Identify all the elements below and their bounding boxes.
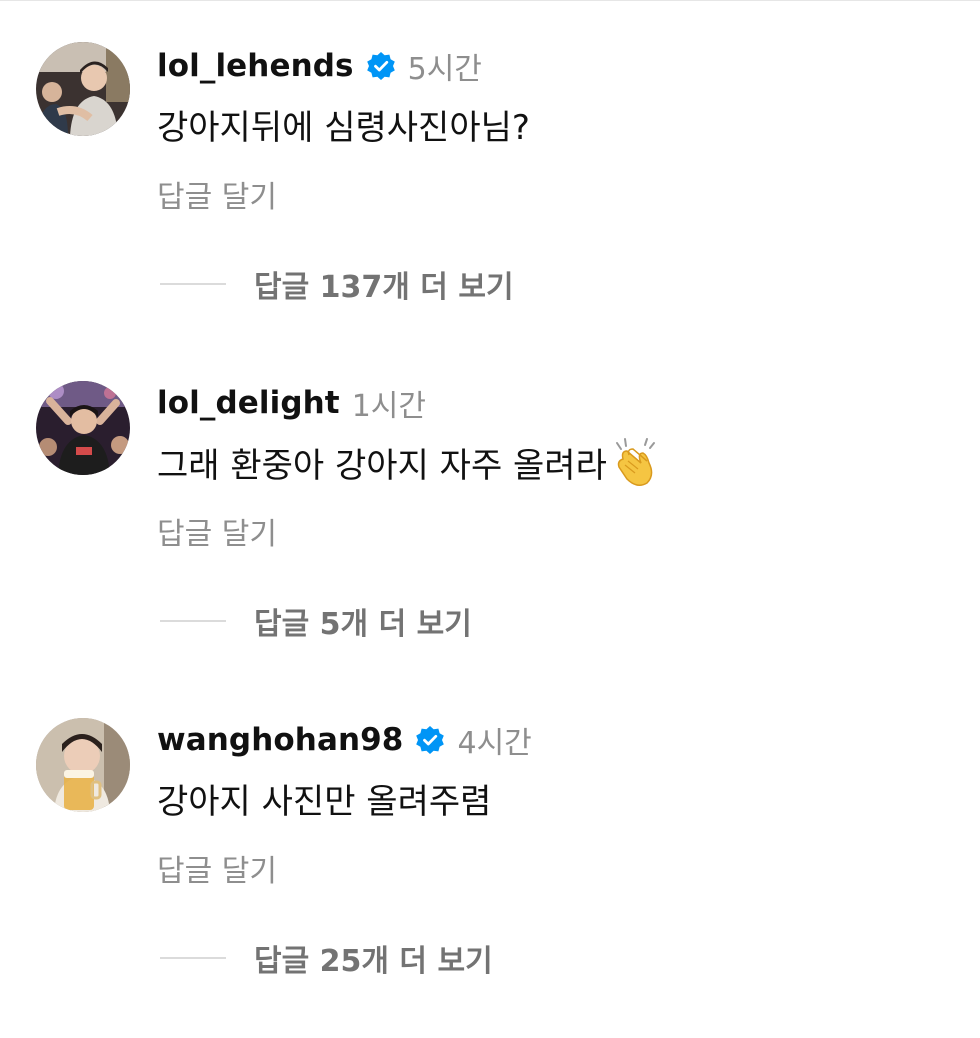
username[interactable]: wanghohan98: [157, 722, 403, 758]
username[interactable]: lol_delight: [157, 385, 340, 421]
timestamp: 5시간: [407, 52, 482, 87]
replies-divider: [160, 620, 226, 622]
comment-item: lol_delight 1시간 그래 환중아 강아지 자주 올려라 답글 달기 …: [0, 381, 980, 701]
comment-item: lol_lehends 5시간 강아지뒤에 심령사진아님? 답글 달기 답글 1…: [0, 42, 980, 364]
view-replies-button[interactable]: 답글 25개 더 보기: [160, 936, 493, 980]
avatar[interactable]: [36, 381, 130, 475]
username[interactable]: lol_lehends: [157, 48, 354, 84]
reply-button[interactable]: 답글 달기: [157, 846, 277, 890]
comment-text: 강아지뒤에 심령사진아님?: [157, 100, 530, 149]
avatar[interactable]: [36, 718, 130, 812]
timestamp: 4시간: [457, 726, 532, 761]
comment-body: 그래 환중아 강아지 자주 올려라: [157, 445, 607, 486]
comment-body: 강아지뒤에 심령사진아님?: [157, 108, 530, 148]
replies-divider: [160, 957, 226, 959]
comment-header: wanghohan98 4시간: [157, 718, 532, 762]
view-replies-button[interactable]: 답글 137개 더 보기: [160, 262, 514, 306]
view-replies-label: 답글 5개 더 보기: [254, 607, 472, 642]
timestamp: 1시간: [351, 389, 426, 424]
comment-text: 그래 환중아 강아지 자주 올려라: [157, 437, 661, 487]
comment-header: lol_delight 1시간: [157, 381, 426, 425]
comment-header: lol_lehends 5시간: [157, 44, 482, 88]
clapping-hands-icon: [611, 437, 661, 487]
reply-button[interactable]: 답글 달기: [157, 172, 277, 216]
avatar[interactable]: [36, 42, 130, 136]
view-replies-label: 답글 137개 더 보기: [254, 270, 514, 305]
view-replies-button[interactable]: 답글 5개 더 보기: [160, 599, 472, 643]
view-replies-label: 답글 25개 더 보기: [254, 944, 493, 979]
top-divider: [0, 0, 980, 1]
verified-badge-icon: [415, 725, 445, 755]
avatar-photo-icon: [36, 381, 130, 475]
comment-body: 강아지 사진만 올려주렴: [157, 782, 492, 822]
replies-divider: [160, 283, 226, 285]
comment-item: wanghohan98 4시간 강아지 사진만 올려주렴 답글 달기 답글 25…: [0, 718, 980, 1038]
comment-text: 강아지 사진만 올려주렴: [157, 774, 491, 823]
avatar-photo-icon: [36, 42, 130, 136]
verified-badge-icon: [366, 51, 396, 81]
avatar-photo-icon: [36, 718, 130, 812]
reply-button[interactable]: 답글 달기: [157, 509, 277, 553]
